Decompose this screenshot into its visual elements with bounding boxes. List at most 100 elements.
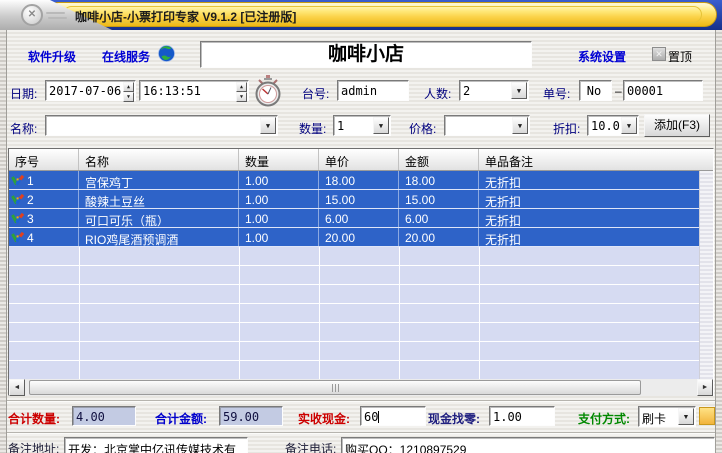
header-cell-name[interactable]: 名称 — [79, 149, 239, 170]
qty-label: 数量: — [299, 120, 326, 137]
row-check-icon — [11, 232, 24, 244]
payment-value: 刷卡 — [642, 412, 666, 426]
vertical-scrollbar-track[interactable] — [699, 171, 713, 379]
titlebar-decor-line — [48, 17, 67, 19]
cell-amount: 18.00 — [399, 171, 479, 189]
online-service-link[interactable]: 在线服务 — [102, 48, 150, 65]
header-cell-price[interactable]: 单价 — [319, 149, 399, 170]
time-input[interactable]: 16:13:51 ▲ ▼ — [139, 80, 249, 101]
address-label: 备注地址: — [8, 440, 59, 453]
row-check-icon — [11, 213, 24, 225]
chevron-down-icon[interactable]: ▼ — [678, 408, 694, 425]
item-name-select[interactable]: ▼ — [45, 115, 278, 136]
qty-value: 1 — [337, 119, 344, 133]
cash-received-input[interactable]: 60 — [360, 406, 426, 426]
time-spinner[interactable]: ▲ ▼ — [236, 82, 247, 99]
cell-qty: 1.00 — [239, 228, 319, 246]
cell-name: RIO鸡尾酒预调酒 — [79, 228, 239, 246]
scroll-right-button[interactable]: ► — [697, 379, 713, 396]
chevron-down-icon[interactable]: ▼ — [512, 117, 528, 134]
cell-note: 无折扣 — [479, 228, 701, 246]
window-frame-right — [715, 30, 722, 453]
item-name-label: 名称: — [10, 120, 37, 137]
row-check-icon — [11, 175, 24, 187]
spin-down-icon[interactable]: ▼ — [236, 92, 247, 102]
items-table: 序号 名称 数量 单价 金额 单品备注 1 宫保鸡丁 1.00 18.00 18… — [8, 148, 714, 396]
order-no-label: 单号: — [543, 85, 570, 102]
arrow-left-icon: ◄ — [14, 384, 21, 391]
cell-price: 6.00 — [319, 209, 399, 227]
header-cell-amount[interactable]: 金额 — [399, 149, 479, 170]
stopwatch-icon[interactable] — [253, 75, 283, 112]
globe-icon[interactable] — [158, 45, 175, 67]
table-no-label: 台号: — [302, 85, 329, 102]
item-row[interactable]: 1 宫保鸡丁 1.00 18.00 18.00 无折扣 — [9, 171, 701, 190]
price-select[interactable]: ▼ — [444, 115, 530, 136]
table-header-row: 序号 名称 数量 单价 金额 单品备注 — [9, 149, 713, 171]
header-cell-no[interactable]: 序号 — [9, 149, 79, 170]
pin-label[interactable]: 置顶 — [668, 48, 692, 65]
date-value: 2017-07-06 — [49, 84, 121, 98]
time-value: 16:13:51 — [143, 84, 201, 98]
horizontal-scrollbar[interactable]: ◄ ► — [9, 379, 713, 396]
scroll-left-button[interactable]: ◄ — [9, 379, 25, 396]
window-title: 咖啡小店-小票打印专家 V9.1.2 [已注册版] — [75, 8, 296, 25]
header-cell-qty[interactable]: 数量 — [239, 149, 319, 170]
pin-checkbox-icon[interactable]: ✕ — [652, 47, 666, 61]
add-button[interactable]: 添加(F3) — [644, 114, 710, 137]
spin-down-icon[interactable]: ▼ — [123, 92, 134, 102]
chevron-down-icon[interactable]: ▼ — [511, 82, 527, 99]
date-spinner[interactable]: ▲ ▼ — [123, 82, 134, 99]
table-no-input[interactable]: admin — [337, 80, 409, 101]
cell-amount: 6.00 — [399, 209, 479, 227]
cell-no: 3 — [9, 209, 79, 227]
spin-up-icon[interactable]: ▲ — [123, 82, 134, 92]
misc-yellow-button[interactable] — [699, 407, 715, 425]
cell-qty: 1.00 — [239, 209, 319, 227]
cash-received-label: 实收现金: — [298, 410, 350, 427]
people-label: 人数: — [424, 85, 451, 102]
address-input[interactable]: 开发：北京掌中亿讯传媒技术有限公司 — [64, 437, 248, 453]
order-no-input[interactable]: 00001 — [623, 80, 703, 101]
cell-amount: 20.00 — [399, 228, 479, 246]
divider — [7, 400, 715, 402]
header-cell-note[interactable]: 单品备注 — [479, 149, 713, 170]
chevron-down-icon[interactable]: ▼ — [260, 117, 276, 134]
cell-name: 酸辣土豆丝 — [79, 190, 239, 208]
cell-name: 宫保鸡丁 — [79, 171, 239, 189]
text-caret — [378, 411, 379, 423]
cell-qty: 1.00 — [239, 171, 319, 189]
software-upgrade-link[interactable]: 软件升级 — [28, 48, 76, 65]
system-settings-link[interactable]: 系统设置 — [578, 48, 626, 65]
spin-up-icon[interactable]: ▲ — [236, 82, 247, 92]
date-input[interactable]: 2017-07-06 ▲ ▼ — [45, 80, 136, 101]
date-label: 日期: — [10, 85, 37, 102]
item-row[interactable]: 4 RIO鸡尾酒预调酒 1.00 20.00 20.00 无折扣 — [9, 228, 701, 247]
phone-input[interactable]: 购买QQ：1210897529 — [341, 437, 715, 453]
cell-note: 无折扣 — [479, 190, 701, 208]
item-row[interactable]: 2 酸辣土豆丝 1.00 15.00 15.00 无折扣 — [9, 190, 701, 209]
order-no-dash: – — [615, 84, 622, 98]
chevron-down-icon[interactable]: ▼ — [621, 117, 637, 134]
discount-label: 折扣: — [553, 120, 580, 137]
order-no-prefix: No — [579, 80, 612, 101]
close-button[interactable]: ✕ — [21, 4, 43, 26]
item-row[interactable]: 3 可口可乐（瓶） 1.00 6.00 6.00 无折扣 — [9, 209, 701, 228]
change-input[interactable]: 1.00 — [489, 406, 555, 426]
scroll-thumb[interactable] — [29, 380, 641, 395]
chevron-down-icon[interactable]: ▼ — [373, 117, 389, 134]
titlebar-decor-line — [46, 12, 65, 14]
payment-select[interactable]: 刷卡 ▼ — [638, 406, 696, 427]
cell-price: 15.00 — [319, 190, 399, 208]
shop-name-input[interactable]: 咖啡小店 — [200, 41, 532, 68]
discount-value: 10.0 — [591, 119, 620, 133]
close-icon: ✕ — [28, 9, 36, 20]
price-label: 价格: — [409, 120, 436, 137]
phone-label: 备注电话: — [285, 440, 336, 453]
qty-select[interactable]: 1 ▼ — [333, 115, 391, 136]
total-amount-label: 合计金额: — [155, 410, 207, 427]
discount-select[interactable]: 10.0 ▼ — [587, 115, 639, 136]
people-select[interactable]: 2 ▼ — [459, 80, 529, 101]
window-frame-left — [0, 30, 7, 453]
cell-no: 2 — [9, 190, 79, 208]
